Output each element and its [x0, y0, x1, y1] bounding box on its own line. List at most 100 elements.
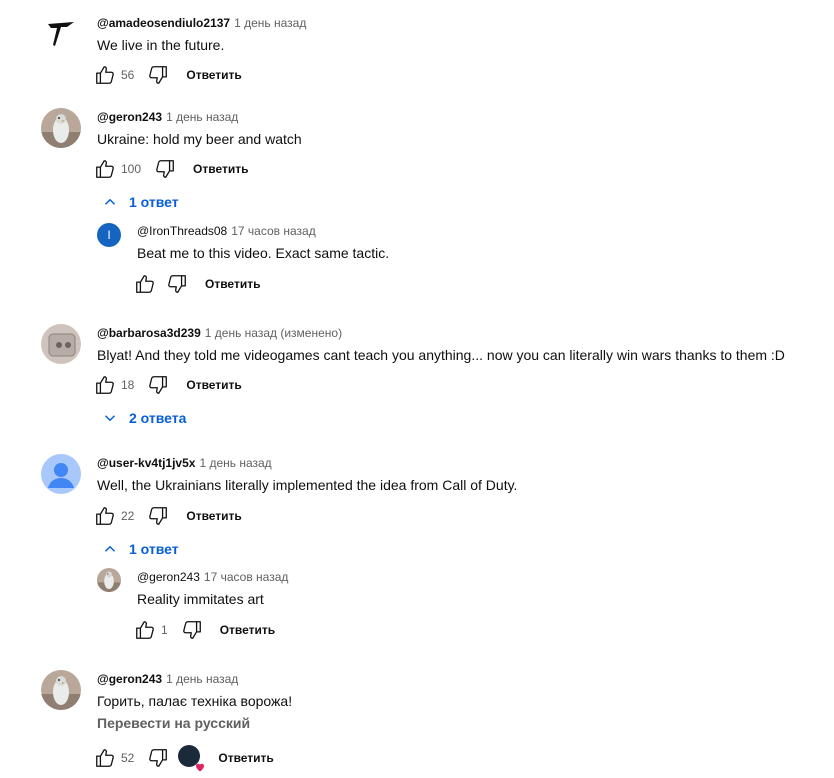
reply-button[interactable]: Ответить	[218, 751, 273, 765]
thumb-down-icon	[181, 619, 203, 641]
avatar-image	[97, 568, 121, 592]
like-button[interactable]	[91, 371, 119, 399]
thumb-up-icon	[94, 747, 116, 769]
reply-button[interactable]: Ответить	[186, 509, 241, 523]
author-name[interactable]: @barbarosa3d239	[97, 326, 201, 340]
dislike-button[interactable]	[144, 61, 172, 89]
default-user-icon	[48, 463, 74, 488]
like-count: 52	[121, 751, 135, 765]
like-count: 18	[121, 378, 135, 392]
timestamp[interactable]: 1 день назад	[166, 110, 238, 124]
dislike-button[interactable]	[144, 502, 172, 530]
comment-header: @geron243 1 день назад	[97, 671, 238, 687]
author-name[interactable]: @geron243	[137, 570, 200, 584]
thumb-down-icon	[166, 273, 188, 295]
thumb-up-icon	[134, 619, 156, 641]
thumb-down-icon	[147, 505, 169, 527]
creator-heart	[178, 745, 205, 772]
reply-text: Reality immitates art	[137, 591, 264, 607]
reply-button[interactable]: Ответить	[186, 68, 241, 82]
translate-link[interactable]: Перевести на русский	[97, 715, 250, 731]
reply-toolbar: Ответить	[131, 270, 260, 298]
like-count: 1	[161, 623, 168, 637]
reply-button[interactable]: Ответить	[193, 162, 248, 176]
reply-header: @geron243 17 часов назад	[137, 569, 288, 585]
avatar-image	[41, 324, 81, 364]
comment-text: We live in the future.	[97, 37, 225, 53]
author-name[interactable]: @geron243	[97, 672, 162, 686]
reply-button[interactable]: Ответить	[205, 277, 260, 291]
replies-count-label: 1 ответ	[129, 541, 179, 557]
thumb-up-icon	[134, 273, 156, 295]
replies-toggle-button[interactable]: 1 ответ	[101, 193, 179, 211]
like-button[interactable]	[91, 61, 119, 89]
thumb-down-icon	[147, 374, 169, 396]
like-button[interactable]	[131, 270, 159, 298]
dislike-button[interactable]	[144, 744, 172, 772]
comment-toolbar: 52 Ответить	[91, 744, 274, 772]
like-count: 22	[121, 509, 135, 523]
comment-toolbar: 18 Ответить	[91, 371, 242, 399]
comment-toolbar: 100 Ответить	[91, 155, 248, 183]
avatar[interactable]	[41, 454, 81, 494]
comment-toolbar: 22 Ответить	[91, 502, 242, 530]
reply-button[interactable]: Ответить	[220, 623, 275, 637]
thumb-down-icon	[154, 158, 176, 180]
like-button[interactable]	[91, 155, 119, 183]
reply-toolbar: 1 Ответить	[131, 616, 275, 644]
chevron-up-icon	[101, 540, 119, 558]
avatar[interactable]	[41, 670, 81, 710]
timestamp[interactable]: 1 день назад (изменено)	[205, 326, 342, 340]
author-name[interactable]: @amadeosendiulo2137	[97, 16, 230, 30]
like-count: 100	[121, 162, 142, 176]
reply-avatar[interactable]: I	[97, 223, 121, 247]
comment-text: Горить, палає техніка ворожа!	[97, 693, 293, 709]
comment-toolbar: 56 Ответить	[91, 61, 242, 89]
author-name[interactable]: @user-kv4tj1jv5x	[97, 456, 195, 470]
heart-icon	[196, 763, 205, 772]
chevron-up-icon	[101, 193, 119, 211]
comment-header: @barbarosa3d239 1 день назад (изменено)	[97, 325, 342, 341]
avatar[interactable]	[41, 108, 81, 148]
timestamp[interactable]: 17 часов назад	[204, 570, 288, 584]
chevron-down-icon	[101, 409, 119, 427]
comment-header: @user-kv4tj1jv5x 1 день назад	[97, 455, 272, 471]
thumb-up-icon	[94, 64, 116, 86]
reply-button[interactable]: Ответить	[186, 378, 241, 392]
dislike-button[interactable]	[151, 155, 179, 183]
reply-header: @IronThreads08 17 часов назад	[137, 223, 316, 239]
replies-toggle-button[interactable]: 1 ответ	[101, 540, 179, 558]
logo-icon	[48, 22, 74, 46]
replies-count-label: 2 ответа	[129, 410, 187, 426]
author-name[interactable]: @geron243	[97, 110, 162, 124]
author-name[interactable]: @IronThreads08	[137, 224, 227, 238]
thumb-down-icon	[147, 747, 169, 769]
thumb-up-icon	[94, 374, 116, 396]
like-button[interactable]	[91, 744, 119, 772]
replies-toggle-button[interactable]: 2 ответа	[101, 409, 186, 427]
timestamp[interactable]: 1 день назад	[166, 672, 238, 686]
thumb-up-icon	[94, 505, 116, 527]
timestamp[interactable]: 1 день назад	[199, 456, 271, 470]
avatar[interactable]	[41, 13, 81, 53]
timestamp[interactable]: 17 часов назад	[231, 224, 315, 238]
avatar-image	[41, 108, 81, 148]
like-button[interactable]	[91, 502, 119, 530]
timestamp[interactable]: 1 день назад	[234, 16, 306, 30]
avatar-letter: I	[107, 228, 111, 242]
thumb-down-icon	[147, 64, 169, 86]
reply-text: Beat me to this video. Exact same tactic…	[137, 245, 390, 261]
thumb-up-icon	[94, 158, 116, 180]
avatar[interactable]	[41, 324, 81, 364]
comment-text: Well, the Ukrainians literally implement…	[97, 477, 518, 493]
like-count: 56	[121, 68, 135, 82]
comment-header: @amadeosendiulo2137 1 день назад	[97, 15, 306, 31]
comment-header: @geron243 1 день назад	[97, 109, 238, 125]
like-button[interactable]	[131, 616, 159, 644]
dislike-button[interactable]	[178, 616, 206, 644]
dislike-button[interactable]	[144, 371, 172, 399]
avatar-image	[41, 670, 81, 710]
replies-count-label: 1 ответ	[129, 194, 179, 210]
dislike-button[interactable]	[163, 270, 191, 298]
reply-avatar[interactable]	[97, 568, 121, 592]
